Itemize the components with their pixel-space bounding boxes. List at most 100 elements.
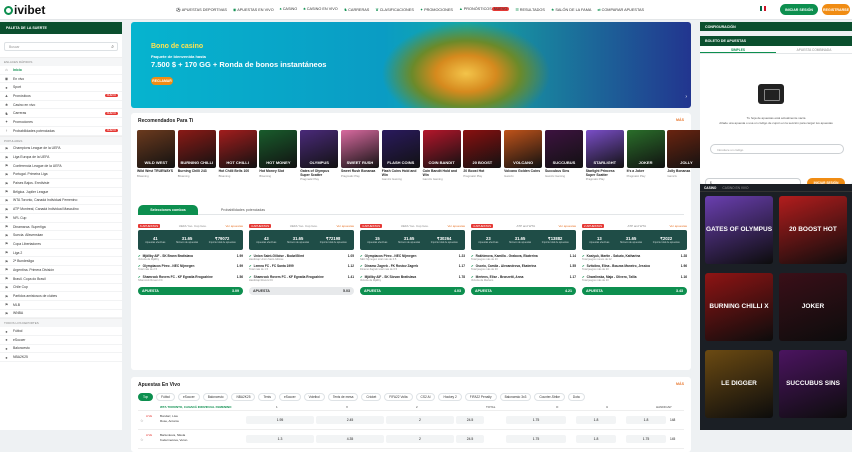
odds-button[interactable]: 24.5 (456, 416, 484, 424)
sidebar-item[interactable]: ↑ Probabilidades potenciadas NUEVO (0, 127, 122, 136)
combo-view-bets-link[interactable]: Ver apuestas (225, 224, 243, 228)
game-thumbnail[interactable]: 20 BOOST (463, 130, 502, 168)
sport-filter-pill[interactable]: FIFA22 Penalty (464, 393, 497, 401)
combo-leg[interactable]: ✔ Osorio, Camila - Alexandrova, Ekaterina… (471, 264, 576, 271)
sidebar-item[interactable]: ⚑ Partidos amistosos de clubes (0, 292, 122, 301)
game-card[interactable]: HOT CHILLI Hot Chilli Bells 100 BGaming (218, 130, 257, 181)
game-thumbnail[interactable]: SWEET RUSH (340, 130, 379, 168)
sport-filter-pill[interactable]: Tenis (258, 393, 276, 401)
topnav-item[interactable]: ▲PRONÓSTICOS NUEVO (459, 7, 510, 12)
topnav-item[interactable]: ♠CASINO (280, 7, 298, 12)
combo-leg[interactable]: ✔ Union Saint-Gilloise - Bodø/Glimt Handic… (249, 254, 354, 261)
carousel-next-icon[interactable]: › (685, 94, 687, 100)
more-markets-count[interactable]: 148 (670, 418, 675, 422)
sidebar-item[interactable]: ⚑ Dinamarca. Superliga (0, 223, 122, 232)
sidebar-search-input[interactable]: Buscar ⌕ (4, 42, 118, 51)
game-card[interactable]: VOLCANO Volcano Golden Coins Gamzix (504, 130, 543, 181)
casino-game-tile[interactable]: SUCCUBUS SINS (779, 350, 847, 418)
sidebar-item[interactable]: ● Fútbol (0, 327, 122, 336)
sidebar-item[interactable]: ⚑ Chile Cup (0, 284, 122, 293)
odds-button[interactable]: 1.75 (506, 416, 566, 424)
sidebar-item[interactable]: ⚑ Liga Europa de la UEFA (0, 153, 122, 162)
combo-leg[interactable]: ✔ Svitolina, Elina - Bouzas Maneiro, Jess… (582, 264, 687, 271)
register-button[interactable]: REGISTRARSE (822, 4, 850, 15)
combo-bet-button[interactable]: APUESTA 5.03 (249, 286, 354, 295)
odds-button[interactable]: 1.95 (246, 416, 314, 424)
combo-bet-button[interactable]: APUESTA 3.43 (582, 286, 687, 295)
topnav-item[interactable]: ♞CARRERAS (344, 7, 370, 12)
game-card[interactable]: WILD WEST Wild West TRUEWAYS BGaming (137, 130, 175, 181)
live-match-row[interactable]: ☆ LIVE Bartunkova, Nikola Kudermetova, Vero… (138, 430, 684, 449)
combo-leg[interactable]: ✔ Lemna FC - FC Santa 1999 Total más de 1.… (249, 264, 354, 271)
sidebar-item[interactable]: ⚑ MLB (0, 301, 122, 310)
recommended-more-link[interactable]: MÁS (676, 118, 684, 122)
combo-leg[interactable]: ✔ Chwalinska, Maja - Olivero, Tallia Total… (582, 275, 687, 282)
odds-button[interactable]: 2 (386, 435, 454, 443)
game-thumbnail[interactable]: SUCCUBUS (544, 130, 583, 168)
odds-button[interactable]: 1.8 (576, 416, 616, 424)
odds-button[interactable]: 1.8 (576, 435, 616, 443)
casino-game-tile[interactable]: LE DIGGER (705, 350, 773, 418)
game-thumbnail[interactable]: COIN BANDIT (422, 130, 461, 168)
odds-button[interactable]: 24.5 (456, 435, 484, 443)
tab-combo-selections[interactable]: Selecciones combos (138, 205, 198, 215)
league-name[interactable]: WTA TORONTO, CANADÁ INDIVIDUAL FEMENINO (160, 405, 232, 409)
hero-claim-button[interactable]: RECLAMAR (151, 77, 173, 85)
combo-leg[interactable]: ✔ Rakhimova, Kamilla - Grabova, Ekaterina… (471, 254, 576, 261)
game-card[interactable]: 20 BOOST 20 Boost Hot Pragmatic Play (463, 130, 502, 181)
sidebar-header[interactable]: PALETA DE LA SUERTE (0, 22, 122, 34)
sport-filter-pill[interactable]: Dota (567, 393, 585, 401)
sidebar-item[interactable]: ⚑ Champions League de la UEFA (0, 145, 122, 154)
odds-button[interactable]: 1.75 (626, 435, 666, 443)
sidebar-item[interactable]: ⌂ Inicio (0, 66, 122, 75)
sidebar-item[interactable]: ⚑ 2ª Bundesliga (0, 257, 122, 267)
topnav-item[interactable]: ☰RESULTADOS (515, 7, 545, 12)
sport-filter-pill[interactable]: eSoccer (178, 393, 200, 401)
game-thumbnail[interactable]: HOT CHILLI (218, 130, 257, 168)
combo-bet-button[interactable]: APUESTA 4.03 (360, 286, 465, 295)
game-thumbnail[interactable]: STARLIGHT (585, 130, 624, 168)
game-card[interactable]: BURNING CHILLI Burning Chilli 243 BGaming (177, 130, 216, 181)
game-card[interactable]: FLASH COINS Flash Coins Hold and Win Gamzi… (381, 130, 420, 181)
combo-leg[interactable]: ✔ Olympiacos Pireo - NEC Nijmegen Total má… (138, 264, 243, 271)
odds-button[interactable]: 2.45 (316, 416, 384, 424)
casino-game-tile[interactable]: 20 BOOST HOT (779, 196, 847, 264)
sidebar-item[interactable]: ● eSoccer (0, 336, 122, 345)
sidebar-item[interactable]: ⚑ Bélgica. Jupiler League (0, 188, 122, 197)
sidebar-item[interactable]: ⚑ ATP Montreal, Canadá Individual Masculi… (0, 205, 122, 214)
game-thumbnail[interactable]: VOLCANO (504, 130, 543, 168)
sidebar-item[interactable]: ✦ Promociones (0, 118, 122, 127)
combo-leg[interactable]: ✔ Mjällby AIF - SK Brann Bratislava Victor… (138, 254, 243, 261)
casino-live-tab[interactable]: CASINO EN VIVO (722, 186, 748, 190)
game-card[interactable]: SUCCUBUS Succubus Sins Gamzix Gaming (544, 130, 583, 181)
topnav-item[interactable]: ◉APUESTAS EN VIVO (233, 7, 274, 12)
sidebar-item[interactable]: ⚑ WTA Toronto, Canadá Individual Femenino (0, 197, 122, 206)
combo-leg[interactable]: ✔ Mertens, Elise - Bronzetti, Anna Victori… (471, 275, 576, 282)
game-thumbnail[interactable]: OLYMPUS (300, 130, 339, 168)
mexico-flag-icon[interactable] (760, 6, 766, 11)
sport-filter-pill[interactable]: Counter-Strike (534, 393, 565, 401)
game-card[interactable]: JOKER It's a Joker Pragmatic Play (626, 130, 665, 181)
game-card[interactable]: SWEET RUSH Sweet Rush Bonanza Pragmatic Pl… (340, 130, 379, 181)
sport-filter-pill[interactable]: Tenis de mesa (327, 393, 359, 401)
login-button[interactable]: INICIAR SESIÓN (780, 4, 818, 15)
combo-leg[interactable]: ✔ Kasiyuk, Martin - Sakuto, Katharina Tota… (582, 254, 687, 261)
odds-button[interactable]: 2 (386, 416, 454, 424)
sidebar-item[interactable]: ● Sport (0, 83, 122, 93)
combo-view-bets-link[interactable]: Ver apuestas (447, 224, 465, 228)
casino-title[interactable]: CASINO (704, 186, 716, 190)
sidebar-item[interactable]: ⚑ Países Bajos. Eredivisie (0, 179, 122, 188)
sidebar-item[interactable]: ⚑ Liga 2 (0, 249, 122, 258)
game-thumbnail[interactable]: WILD WEST (137, 130, 175, 168)
topnav-item[interactable]: ⚽APUESTAS DEPORTIVAS (176, 7, 227, 12)
odds-button[interactable]: 4.35 (316, 435, 384, 443)
brand-logo[interactable]: ivibet (4, 3, 45, 17)
sport-filter-pill[interactable]: Baloncesto 3x3 (499, 393, 532, 401)
sidebar-item[interactable]: ● NBA2K25 (0, 353, 122, 362)
combo-leg[interactable]: ✔ Shamrock Rovers FC - KF Egnatia Rrogozh… (138, 275, 243, 282)
sidebar-item[interactable]: ⚑ Portugal. Primeira Liga (0, 171, 122, 180)
sidebar-item[interactable]: ◉ En vivo (0, 75, 122, 84)
combo-bet-button[interactable]: APUESTA 4.21 (471, 286, 576, 295)
sport-filter-pill[interactable]: Baloncesto (202, 393, 229, 401)
combo-view-bets-link[interactable]: Ver apuestas (558, 224, 576, 228)
